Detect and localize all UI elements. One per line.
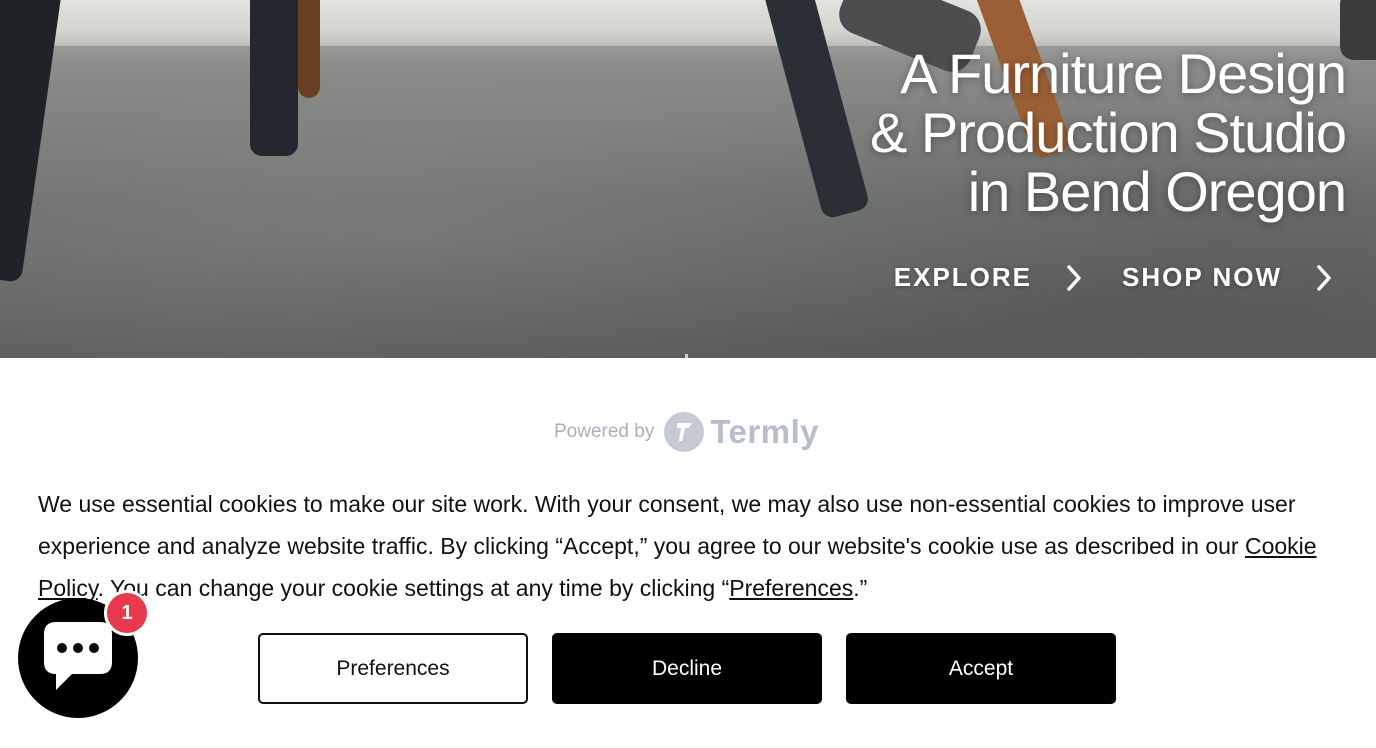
explore-label: EXPLORE [893,262,1033,292]
powered-by-label: Powered by [554,421,655,442]
preferences-link[interactable]: Preferences [729,575,853,601]
hero-title-line: & Production Studio [870,101,1347,164]
powered-by-termly[interactable]: Powered by Termly [554,412,819,452]
chat-notification-badge: 1 [104,590,150,636]
hero-title: A Furniture Design & Production Studio i… [870,42,1347,223]
chair-leg [298,0,320,98]
chair-leg [250,0,298,156]
termly-wordmark: Termly [710,413,820,450]
explore-link[interactable]: EXPLORE [894,262,1082,293]
consent-message: We use essential cookies to make our sit… [38,483,1338,609]
consent-text-part: .” [853,575,868,601]
chevron-right-icon [1316,264,1332,291]
hero-title-line: in Bend Oregon [967,160,1347,223]
shop-now-link[interactable]: SHOP NOW [1122,262,1332,293]
termly-logo-icon [664,412,705,452]
accept-button[interactable]: Accept [846,633,1116,704]
consent-text-part: . You can change your cookie settings at… [97,575,730,601]
hero-cta-group: EXPLORE SHOP NOW [894,262,1332,293]
hero-title-line: A Furniture Design [900,42,1347,105]
chat-bubble-icon [42,620,114,699]
chevron-right-icon [1066,264,1082,291]
cookie-consent-banner: Powered by Termly We use essential cooki… [0,358,1376,748]
shop-now-label: SHOP NOW [1122,262,1282,292]
preferences-button[interactable]: Preferences [258,633,528,704]
hero-banner: A Furniture Design & Production Studio i… [0,0,1376,358]
consent-text-part: We use essential cookies to make our sit… [38,491,1296,559]
hero-wall [0,0,1376,46]
decline-button[interactable]: Decline [552,633,822,704]
